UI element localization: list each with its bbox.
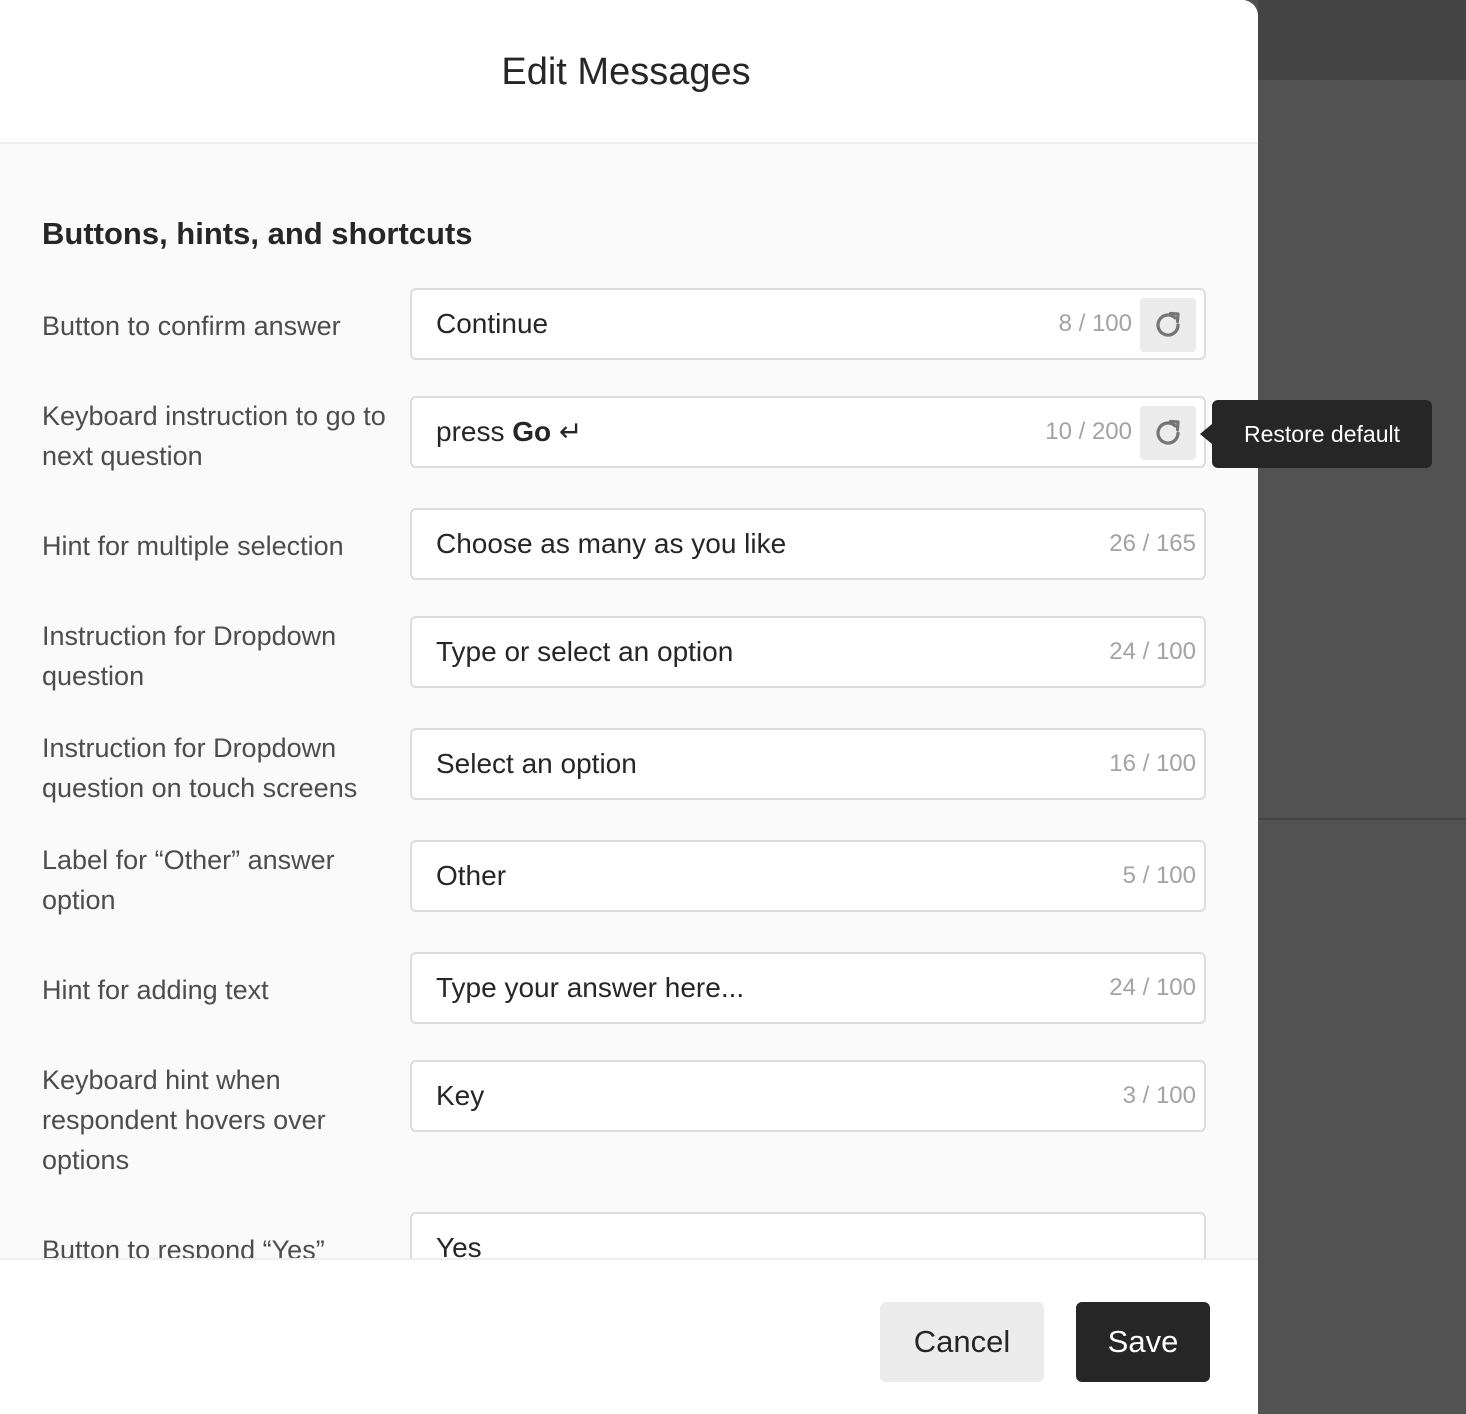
dialog-footer: Cancel Save	[0, 1258, 1258, 1414]
restore-icon	[1156, 419, 1180, 445]
dialog-body[interactable]: Buttons, hints, and shortcuts Button to …	[0, 144, 1258, 1258]
row-label: Instruction for Dropdown question	[42, 621, 337, 691]
character-counter: 8 / 100	[1058, 310, 1132, 337]
row-label: Button to respond “Yes”	[42, 1235, 325, 1258]
confirm-button-text-field[interactable]: Continue 8 / 100	[410, 288, 1206, 360]
row-label: Label for “Other” answer option	[42, 845, 335, 915]
character-counter: 24 / 100	[1109, 638, 1196, 665]
character-counter: 26 / 165	[1109, 530, 1196, 557]
background-divider	[1258, 818, 1466, 820]
row-label: Button to confirm answer	[42, 311, 341, 341]
dropdown-touch-instruction-field[interactable]: Select an option 16 / 100	[410, 728, 1206, 800]
tooltip-arrow	[1200, 424, 1212, 444]
character-counter: 24 / 100	[1109, 974, 1196, 1001]
character-counter: 16 / 100	[1109, 750, 1196, 777]
field-value[interactable]: Select an option	[436, 730, 637, 798]
multiple-selection-hint-field[interactable]: Choose as many as you like 26 / 165	[410, 508, 1206, 580]
field-value[interactable]: Type or select an option	[436, 618, 733, 686]
field-value[interactable]: Yes	[436, 1214, 482, 1258]
field-value[interactable]: Other	[436, 842, 506, 910]
character-counter: 10 / 200	[1045, 418, 1132, 445]
section-title: Buttons, hints, and shortcuts	[42, 216, 473, 251]
restore-default-button[interactable]	[1140, 298, 1196, 352]
field-value[interactable]: Type your answer here...	[436, 954, 744, 1022]
row-label: Hint for adding text	[42, 975, 269, 1005]
yes-button-text-field[interactable]: Yes	[410, 1212, 1206, 1258]
cancel-button[interactable]: Cancel	[880, 1302, 1044, 1382]
keyboard-instruction-text-field[interactable]: press Go ↵ 10 / 200	[410, 396, 1206, 468]
row-label: Instruction for Dropdown question on tou…	[42, 733, 358, 803]
row-label: Hint for multiple selection	[42, 531, 344, 561]
dialog-header: Edit Messages	[0, 0, 1258, 144]
field-value[interactable]: Continue	[436, 290, 548, 358]
adding-text-hint-field[interactable]: Type your answer here... 24 / 100	[410, 952, 1206, 1024]
other-option-label-field[interactable]: Other 5 / 100	[410, 840, 1206, 912]
restore-icon	[1156, 311, 1180, 337]
dialog-title: Edit Messages	[501, 51, 751, 93]
row-label: Keyboard hint when respondent hovers ove…	[42, 1065, 326, 1175]
character-counter: 5 / 100	[1122, 862, 1196, 889]
field-value[interactable]: Choose as many as you like	[436, 510, 786, 578]
field-value[interactable]: Key	[436, 1062, 484, 1130]
background-app-header	[1258, 0, 1466, 80]
row-label: Keyboard instruction to go to next quest…	[42, 401, 386, 471]
save-button[interactable]: Save	[1076, 1302, 1210, 1382]
character-counter: 3 / 100	[1122, 1082, 1196, 1109]
dropdown-instruction-field[interactable]: Type or select an option 24 / 100	[410, 616, 1206, 688]
field-value[interactable]: press Go ↵	[436, 398, 582, 466]
restore-default-button[interactable]	[1140, 406, 1196, 460]
edit-messages-dialog: Edit Messages Buttons, hints, and shortc…	[0, 0, 1258, 1414]
restore-default-tooltip: Restore default	[1212, 400, 1432, 468]
keyboard-hint-field[interactable]: Key 3 / 100	[410, 1060, 1206, 1132]
bold-key-label: Go	[512, 416, 552, 447]
